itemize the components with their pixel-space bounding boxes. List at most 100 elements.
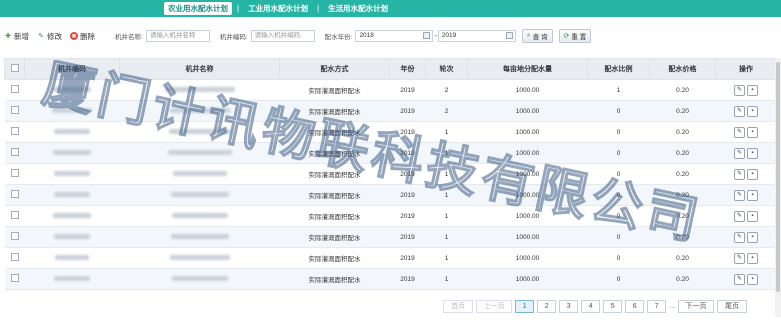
pager-ellipsis: ... [669, 303, 675, 310]
calendar-icon[interactable] [505, 32, 513, 39]
select-all-checkbox[interactable] [10, 64, 19, 72]
trash-icon[interactable]: ▪ [747, 168, 758, 180]
actions-cell: ✎ ▪ [715, 184, 777, 206]
first-page-button[interactable]: 首页 [443, 300, 474, 313]
column-header[interactable]: 机井编码 [24, 58, 120, 80]
prev-page-button[interactable]: 上一页 [476, 300, 513, 313]
table-row[interactable]: 实际灌溉面积配水 2019 1 1000.00 0 0.20 ✎ ▪ [4, 226, 777, 248]
year-to-input[interactable]: 2019 [437, 30, 516, 42]
page-number-button[interactable]: 4 [581, 300, 601, 313]
column-header[interactable]: 配水比例 [587, 58, 650, 80]
add-button[interactable]: ✚ 新增 [4, 30, 29, 42]
edit-icon[interactable]: ✎ [734, 147, 745, 159]
edit-icon[interactable]: ✎ [734, 231, 745, 243]
trash-icon[interactable]: ▪ [747, 210, 758, 222]
tab-agricultural[interactable]: 农业用水配水计划 [164, 2, 232, 15]
column-header[interactable]: 年份 [389, 58, 426, 80]
row-checkbox[interactable] [10, 253, 19, 261]
table-row[interactable]: 实际灌溉面积配水 2019 1 1000.00 0 0.20 ✎ ▪ [4, 247, 777, 269]
round-cell: 1 [425, 205, 468, 227]
page-number-button[interactable]: 2 [537, 300, 557, 313]
row-checkbox[interactable] [10, 274, 19, 282]
query-button[interactable]: ⌕ 查 询 [521, 29, 553, 43]
ratio-cell: 0 [587, 184, 650, 206]
row-checkbox[interactable] [10, 106, 19, 114]
row-checkbox[interactable] [10, 211, 19, 219]
tab-industrial[interactable]: 工业用水配水计划 [244, 2, 312, 15]
actions-cell: ✎ ▪ [715, 79, 777, 101]
year-cell: 2019 [389, 100, 426, 122]
page-number-button[interactable]: 5 [603, 300, 623, 313]
row-checkbox[interactable] [10, 190, 19, 198]
tab-domestic[interactable]: 生活用水配水计划 [324, 2, 392, 15]
table-row[interactable]: 实际灌溉面积配水 2019 1 1000.00 0 0.20 ✎ ▪ [4, 142, 777, 164]
trash-icon[interactable]: ▪ [747, 189, 758, 201]
year-cell: 2019 [389, 268, 426, 290]
page-number-button[interactable]: 1 [515, 300, 535, 313]
well-code-cell [24, 100, 120, 122]
ratio-cell: 0 [587, 226, 650, 248]
table-row[interactable]: 实际灌溉面积配水 2019 1 1000.00 0 0.20 ✎ ▪ [4, 184, 777, 206]
trash-icon[interactable]: ▪ [747, 105, 758, 117]
last-page-button[interactable]: 尾页 [717, 300, 747, 313]
row-checkbox[interactable] [10, 148, 19, 156]
edit-icon[interactable]: ✎ [734, 105, 745, 117]
toolbar: ✚ 新增 ✎ 修改 ✖ 删除 机井名称: 请输入机井名称 机井编码: 请输入机井… [0, 26, 781, 46]
well-code-input[interactable]: 请输入机井编码 [250, 30, 315, 42]
trash-icon[interactable]: ▪ [747, 126, 758, 138]
row-checkbox[interactable] [10, 232, 19, 240]
page-number-button[interactable]: 3 [559, 300, 579, 313]
trash-icon[interactable]: ▪ [747, 84, 758, 96]
table-row[interactable]: 实际灌溉面积配水 2019 2 1000.00 0 0.20 ✎ ▪ [4, 100, 777, 122]
column-header[interactable]: 轮次 [425, 58, 468, 80]
row-checkbox[interactable] [10, 169, 19, 177]
row-checkbox[interactable] [10, 127, 19, 135]
calendar-icon[interactable] [423, 32, 431, 39]
price-cell: 0.20 [649, 205, 716, 227]
delete-button[interactable]: ✖ 删除 [70, 30, 95, 42]
next-page-button[interactable]: 下一页 [678, 300, 714, 313]
table-row[interactable]: 实际灌溉面积配水 2019 1 1000.00 0 0.20 ✎ ▪ [4, 205, 777, 227]
edit-icon[interactable]: ✎ [734, 210, 745, 222]
edit-icon[interactable]: ✎ [734, 84, 745, 96]
year-from-input[interactable]: 2018 [355, 30, 434, 42]
well-name-cell [119, 79, 280, 101]
edit-icon[interactable]: ✎ [734, 252, 745, 264]
column-header[interactable]: 机井名称 [119, 58, 280, 80]
trash-icon[interactable]: ▪ [747, 231, 758, 243]
row-checkbox[interactable] [10, 85, 19, 93]
trash-icon[interactable]: ▪ [747, 252, 758, 264]
round-cell: 1 [425, 268, 468, 290]
redacted-well-name [169, 255, 230, 261]
well-name-cell [119, 142, 280, 164]
column-header[interactable]: 配水方式 [279, 58, 390, 80]
table-row[interactable]: 实际灌溉面积配水 2019 1 1000.00 0 0.20 ✎ ▪ [4, 121, 777, 143]
edit-icon[interactable]: ✎ [734, 168, 745, 180]
table-row[interactable]: 实际灌溉面积配水 2019 1 1000.00 0 0.20 ✎ ▪ [4, 163, 777, 185]
redacted-well-name [172, 171, 227, 177]
column-header[interactable]: 配水价格 [649, 58, 716, 80]
actions-cell: ✎ ▪ [715, 121, 777, 143]
price-cell: 0.20 [649, 121, 716, 143]
ratio-cell: 1 [587, 79, 650, 101]
amount-cell: 1000.00 [467, 184, 588, 206]
well-name-input[interactable]: 请输入机井名称 [145, 30, 210, 42]
price-cell: 0.20 [649, 79, 716, 101]
select-all-header [4, 58, 25, 80]
edit-icon[interactable]: ✎ [734, 126, 745, 138]
trash-icon[interactable]: ▪ [747, 273, 758, 285]
redacted-well-code [52, 108, 92, 114]
table-row[interactable]: 实际灌溉面积配水 2019 1 1000.00 0 0.20 ✎ ▪ [4, 268, 777, 290]
edit-icon[interactable]: ✎ [734, 273, 745, 285]
edit-button[interactable]: ✎ 修改 [37, 30, 62, 42]
row-select-cell [4, 79, 25, 101]
scrollbar-thumb[interactable] [776, 62, 780, 292]
column-header[interactable]: 每亩地分配水量 [467, 58, 588, 80]
page-number-button[interactable]: 7 [647, 300, 667, 313]
edit-icon[interactable]: ✎ [734, 189, 745, 201]
page-number-button[interactable]: 6 [625, 300, 645, 313]
trash-icon[interactable]: ▪ [747, 147, 758, 159]
reset-button[interactable]: ⟳ 重 置 [558, 29, 592, 43]
table-row[interactable]: 实际灌溉面积配水 2019 2 1000.00 1 0.20 ✎ ▪ [4, 79, 777, 101]
actions-cell: ✎ ▪ [715, 226, 777, 248]
